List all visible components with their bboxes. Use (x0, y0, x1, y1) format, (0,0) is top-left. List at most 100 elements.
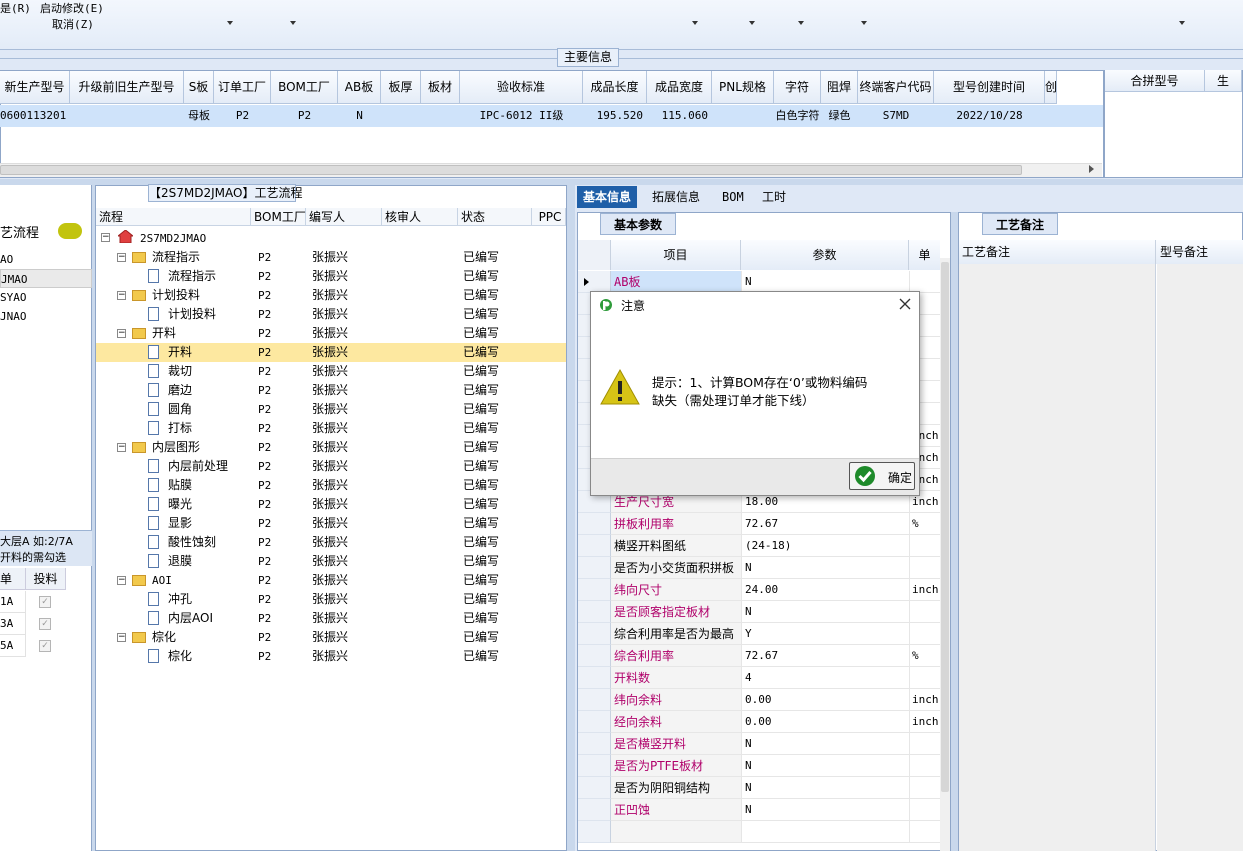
model-notes-area[interactable] (1157, 264, 1243, 851)
checkbox[interactable]: ✓ (39, 596, 51, 608)
tree-row[interactable]: − 开料 P2 张振兴 已编写 (96, 324, 566, 343)
column-header[interactable]: 板材 (421, 71, 460, 104)
param-value[interactable]: N (741, 733, 909, 755)
collapse-icon[interactable]: − (117, 443, 126, 452)
chevron-down-icon[interactable] (798, 21, 804, 25)
param-row[interactable]: 开料数 4 (578, 667, 940, 689)
param-value[interactable]: N (741, 777, 909, 799)
param-row[interactable]: 综合利用率 72.67% (578, 645, 940, 667)
param-value[interactable]: N (741, 557, 909, 579)
tree-node-label[interactable]: 退膜 (168, 552, 192, 571)
tree-node-label[interactable]: 磨边 (168, 381, 192, 400)
row-indicator[interactable] (578, 623, 611, 645)
left-list-item[interactable]: SYAO (0, 288, 92, 307)
tab-work-hours[interactable]: 工时 (756, 186, 792, 208)
tree-row[interactable]: − 棕化 P2 张振兴 已编写 (96, 628, 566, 647)
grid-cell[interactable]: 115.060 (647, 105, 712, 127)
param-value[interactable]: N (741, 601, 909, 623)
param-row[interactable]: 经向余料 0.00 inch (578, 711, 940, 733)
collapse-icon[interactable]: − (101, 233, 110, 242)
tree-node-label[interactable]: 酸性蚀刻 (168, 533, 216, 552)
param-row[interactable]: 正凹蚀 N (578, 799, 940, 821)
scrollbar-thumb[interactable] (941, 262, 949, 792)
tree-row[interactable]: 圆角 P2 张振兴 已编写 (96, 400, 566, 419)
column-header[interactable]: 阻焊 (821, 71, 858, 104)
column-header[interactable]: 验收标准 (460, 71, 583, 104)
param-row[interactable]: 是否为小交货面积拼板 N (578, 557, 940, 579)
tree-node-label[interactable]: 内层前处理 (168, 457, 228, 476)
column-header[interactable]: AB板 (338, 71, 381, 104)
scroll-right-icon[interactable] (1089, 165, 1094, 173)
tree-row[interactable]: 冲孔 P2 张振兴 已编写 (96, 590, 566, 609)
scrollbar-thumb[interactable] (0, 165, 1022, 175)
tree-node-label[interactable]: 内层图形 (152, 438, 200, 457)
param-row[interactable]: 是否为PTFE板材 N (578, 755, 940, 777)
grid-cell[interactable] (712, 105, 774, 127)
row-indicator[interactable] (578, 579, 611, 601)
column-header[interactable]: 新生产型号 (0, 71, 70, 104)
grid-cell[interactable]: 母板 (184, 105, 214, 127)
row-indicator[interactable] (578, 601, 611, 623)
tree-row[interactable]: − 内层图形 P2 张振兴 已编写 (96, 438, 566, 457)
tab-basic-info[interactable]: 基本信息 (577, 186, 638, 208)
column-header[interactable]: 订单工厂 (214, 71, 271, 104)
column-header[interactable]: 终端客户代码 (858, 71, 934, 104)
row-indicator[interactable] (578, 799, 611, 821)
cancel-button[interactable]: 取消(Z) (52, 16, 94, 32)
param-row[interactable]: 是否为阴阳铜结构 N (578, 777, 940, 799)
grid-cell[interactable]: S7MD (858, 105, 934, 127)
tree-row[interactable]: 曝光 P2 张振兴 已编写 (96, 495, 566, 514)
tree-row[interactable]: 裁切 P2 张振兴 已编写 (96, 362, 566, 381)
tree-node-label[interactable]: 计划投料 (168, 305, 216, 324)
left-list-item[interactable]: JNAO (0, 307, 92, 326)
row-indicator[interactable] (578, 711, 611, 733)
tree-row[interactable]: 磨边 P2 张振兴 已编写 (96, 381, 566, 400)
tree-row[interactable]: 退膜 P2 张振兴 已编写 (96, 552, 566, 571)
grid-cell[interactable]: 白色字符 (774, 105, 821, 127)
grid-cell[interactable]: 2022/10/28 (934, 105, 1045, 127)
param-value[interactable]: 72.67 (741, 645, 909, 667)
checkbox[interactable]: ✓ (39, 618, 51, 630)
tree-row[interactable]: 内层前处理 P2 张振兴 已编写 (96, 457, 566, 476)
param-value[interactable]: 0.00 (741, 711, 909, 733)
grid-cell[interactable]: 绿色 (821, 105, 858, 127)
tree-node-label[interactable]: 打标 (168, 419, 192, 438)
tab-extended-info[interactable]: 拓展信息 (646, 186, 706, 208)
tree-node-label[interactable]: AOI (152, 571, 172, 590)
param-value[interactable]: N (741, 799, 909, 821)
chevron-down-icon[interactable] (861, 21, 867, 25)
tree-node-label[interactable]: 裁切 (168, 362, 192, 381)
tree-node-label[interactable]: 棕化 (152, 628, 176, 647)
tree-row[interactable]: 计划投料 P2 张振兴 已编写 (96, 305, 566, 324)
row-indicator[interactable] (578, 557, 611, 579)
param-value[interactable]: 72.67 (741, 513, 909, 535)
param-row[interactable]: 横竖开料图纸 (24-18) (578, 535, 940, 557)
grid-cell[interactable]: 0600113201 (0, 105, 70, 127)
row-indicator[interactable] (578, 777, 611, 799)
grid-cell[interactable]: P2 (214, 105, 271, 127)
param-value[interactable]: Y (741, 623, 909, 645)
column-header[interactable]: 成品长度 (583, 71, 647, 104)
select-all-corner[interactable] (578, 240, 611, 270)
splitter[interactable] (567, 185, 575, 851)
tab-bom[interactable]: BOM (716, 186, 750, 208)
collapse-icon[interactable]: − (117, 291, 126, 300)
grid-cell[interactable]: IPC-6012 II级 (460, 105, 583, 127)
tree-node-label[interactable]: 开料 (168, 343, 192, 362)
tree-node-label[interactable]: 内层AOI (168, 609, 213, 628)
grid-cell[interactable] (381, 105, 421, 127)
param-value[interactable]: (24-18) (741, 535, 909, 557)
grid-cell[interactable]: 195.520 (583, 105, 647, 127)
left-list-item[interactable]: AO (0, 250, 92, 269)
column-header[interactable]: 成品宽度 (647, 71, 712, 104)
row-indicator[interactable] (578, 755, 611, 777)
grid-cell[interactable] (1045, 105, 1057, 127)
collapse-icon[interactable]: − (117, 253, 126, 262)
tree-row[interactable]: − 流程指示 P2 张振兴 已编写 (96, 248, 566, 267)
param-row[interactable]: 拼板利用率 72.67% (578, 513, 940, 535)
tree-node-label[interactable]: 计划投料 (152, 286, 200, 305)
param-row[interactable]: AB板 N (578, 271, 940, 293)
tree-node-label[interactable]: 曝光 (168, 495, 192, 514)
grid-cell[interactable]: P2 (271, 105, 338, 127)
chevron-down-icon[interactable] (692, 21, 698, 25)
